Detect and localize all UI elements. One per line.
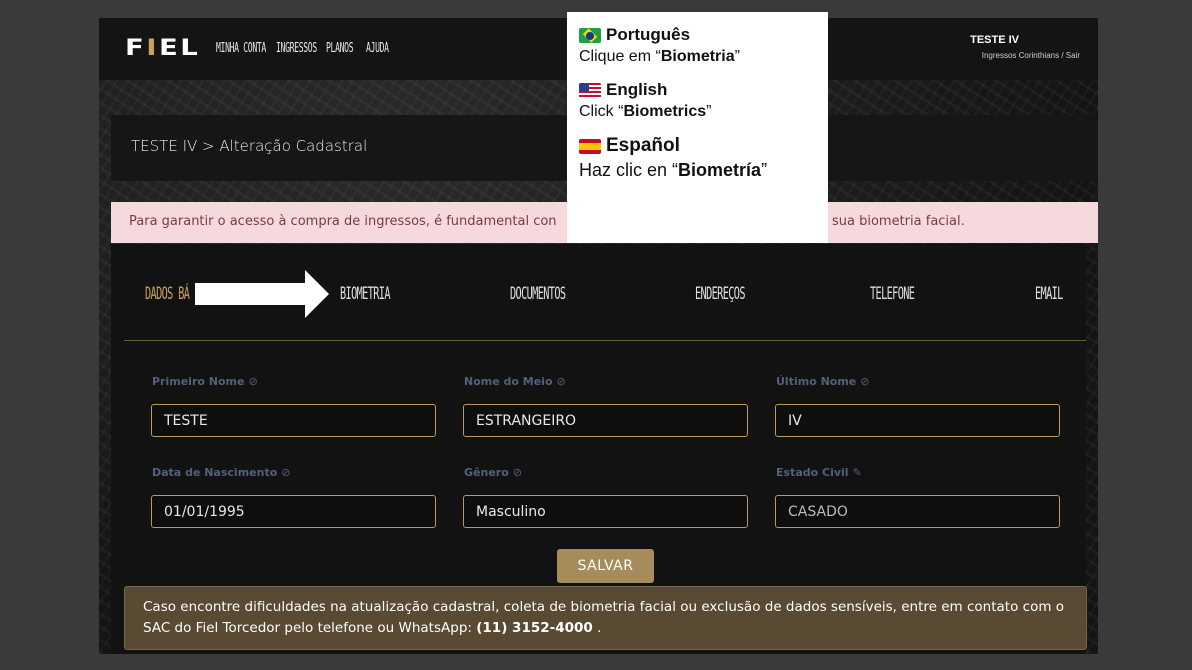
birth-date-field[interactable]: 01/01/1995	[151, 495, 436, 528]
middle-name-label: Nome do Meio ⊘	[464, 375, 566, 388]
lock-icon: ⊘	[512, 466, 522, 479]
first-name-field[interactable]: TESTE	[151, 404, 436, 437]
alert-text-end: sua biometria facial.	[832, 214, 965, 229]
arrow-right-icon	[195, 270, 329, 318]
first-name-label: Primeiro Nome ⊘	[152, 375, 258, 388]
breadcrumb: TESTE IV > Alteração Cadastral	[131, 137, 368, 155]
last-name-field[interactable]: IV	[775, 404, 1060, 437]
pencil-icon: ✎	[852, 466, 862, 479]
tab-documentos[interactable]: DOCUMENTOS	[510, 284, 566, 304]
lock-icon: ⊘	[556, 375, 566, 388]
fiel-logo[interactable]: FIEL	[125, 36, 200, 61]
birth-date-label: Data de Nascimento ⊘	[152, 466, 291, 479]
nav-links: MINHA CONTA INGRESSOS PLANOS AJUDA	[216, 41, 402, 56]
civil-status-field[interactable]: CASADO	[775, 495, 1060, 528]
nav-link-planos[interactable]: PLANOS	[326, 41, 354, 56]
support-phone[interactable]: (11) 3152-4000	[476, 620, 593, 636]
nav-link-minha-conta[interactable]: MINHA CONTA	[216, 41, 266, 56]
brazil-flag-icon	[579, 27, 601, 43]
nav-link-ingressos[interactable]: INGRESSOS	[276, 41, 317, 56]
lock-icon: ⊘	[248, 375, 258, 388]
tab-enderecos[interactable]: ENDEREÇOS	[695, 284, 745, 304]
civil-status-label: Estado Civil ✎	[776, 466, 862, 479]
save-button[interactable]: SALVAR	[557, 549, 654, 583]
gender-field[interactable]: Masculino	[463, 495, 748, 528]
alert-text-start: Para garantir o acesso à compra de ingre…	[129, 214, 557, 229]
usa-flag-icon	[579, 82, 601, 98]
user-name[interactable]: TESTE IV	[970, 34, 1019, 46]
nav-link-ajuda[interactable]: AJUDA	[366, 41, 389, 56]
support-info-box: Caso encontre dificuldades na atualizaçã…	[124, 586, 1087, 650]
middle-name-field[interactable]: ESTRANGEIRO	[463, 404, 748, 437]
tabs-divider	[124, 340, 1086, 341]
tooltip-portuguese: Português Clique em “Biometria”	[579, 25, 740, 65]
spain-flag-icon	[579, 138, 601, 154]
instruction-tooltip: Português Clique em “Biometria” English …	[567, 12, 828, 243]
tab-dados-basicos[interactable]: DADOS BÁ	[145, 284, 190, 304]
lock-icon: ⊘	[281, 466, 291, 479]
tab-email[interactable]: EMAIL	[1035, 284, 1063, 304]
lock-icon: ⊘	[860, 375, 870, 388]
user-links[interactable]: Ingressos Corinthians / Sair	[982, 51, 1080, 60]
gender-label: Gênero ⊘	[464, 466, 522, 479]
tooltip-english: English Click “Biometrics”	[579, 80, 712, 120]
tooltip-spanish: Español Haz clic en “Biometría”	[579, 135, 768, 180]
tab-biometria[interactable]: BIOMETRIA	[340, 284, 390, 304]
last-name-label: Último Nome ⊘	[776, 375, 870, 388]
tab-telefone[interactable]: TELEFONE	[870, 284, 915, 304]
